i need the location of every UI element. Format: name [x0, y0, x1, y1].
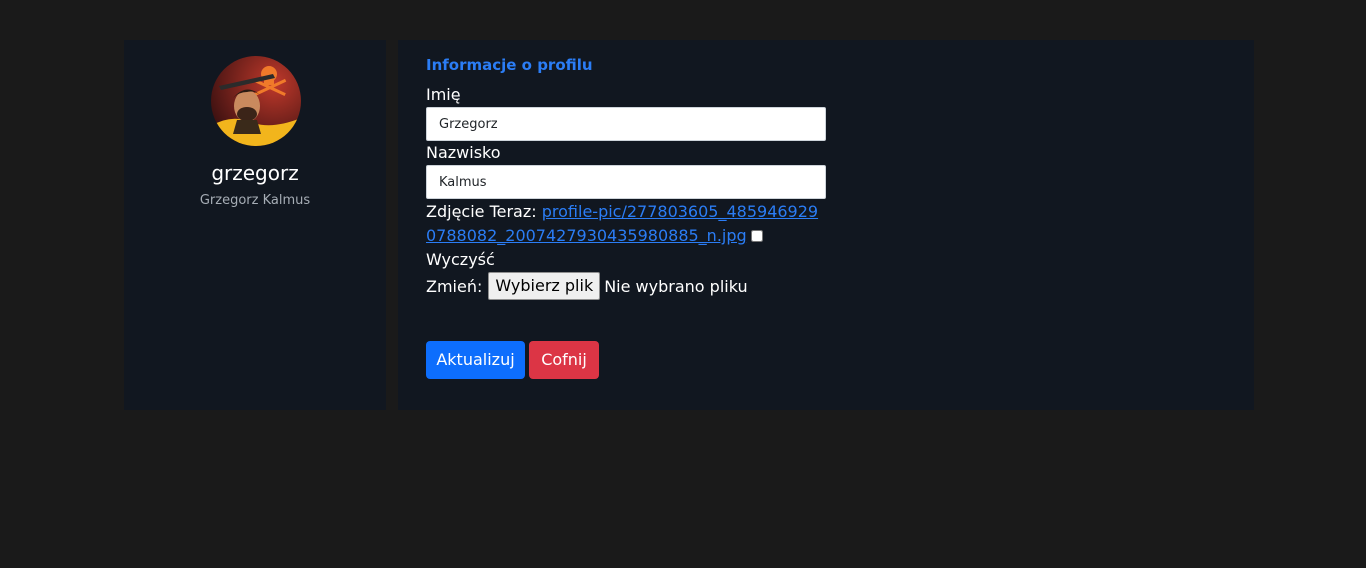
current-photo-label: Zdjęcie Teraz:: [426, 202, 537, 221]
profile-form-card: Informacje o profilu Imię Nazwisko Zdjęc…: [398, 40, 1254, 410]
change-photo-label: Zmień:: [426, 276, 483, 296]
file-status-text: Nie wybrano pliku: [604, 276, 748, 296]
current-photo-row: Zdjęcie Teraz: profile-pic/277803605_485…: [426, 200, 828, 272]
profile-sidebar-card: grzegorz Grzegorz Kalmus: [124, 40, 386, 410]
first-name-label: Imię: [426, 85, 461, 104]
change-photo-row: Zmień: Wybierz plik Nie wybrano pliku: [426, 272, 748, 300]
profile-username: grzegorz: [211, 161, 299, 185]
avatar: [211, 56, 301, 146]
update-button[interactable]: Aktualizuj: [426, 341, 525, 379]
profile-full-name: Grzegorz Kalmus: [199, 193, 311, 208]
clear-photo-checkbox[interactable]: [750, 230, 763, 242]
last-name-label: Nazwisko: [426, 143, 501, 162]
last-name-input[interactable]: [426, 165, 826, 199]
avatar-image: [211, 56, 301, 146]
section-title: Informacje o profilu: [426, 56, 593, 74]
cancel-button[interactable]: Cofnij: [529, 341, 599, 379]
first-name-input[interactable]: [426, 107, 826, 141]
clear-photo-label: Wyczyść: [426, 250, 495, 269]
choose-file-button[interactable]: Wybierz plik: [488, 272, 601, 300]
